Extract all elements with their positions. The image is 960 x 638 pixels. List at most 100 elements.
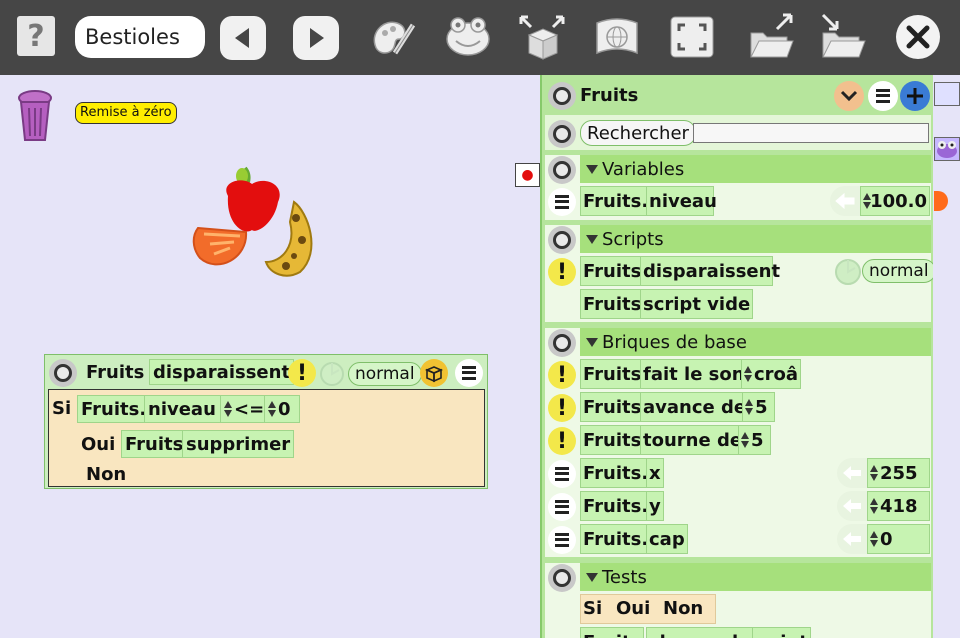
script-warning-button[interactable]: ! bbox=[548, 258, 576, 286]
fruits-sprite[interactable] bbox=[190, 162, 320, 282]
forward-button[interactable] bbox=[293, 16, 339, 60]
script-menu-button[interactable] bbox=[455, 359, 483, 387]
paint-icon bbox=[373, 21, 416, 55]
overlap-object[interactable]: Fruits bbox=[580, 627, 645, 638]
turn-action[interactable]: tourne de bbox=[640, 425, 746, 455]
y-menu-button[interactable] bbox=[548, 493, 576, 521]
turn-warning-button[interactable]: ! bbox=[548, 427, 576, 455]
script-drag-handle[interactable] bbox=[49, 359, 77, 387]
x-value[interactable]: 255 bbox=[867, 458, 930, 488]
project-name-field[interactable]: Bestioles bbox=[75, 16, 205, 58]
panel-menu-button[interactable] bbox=[868, 81, 898, 111]
condition-variable[interactable]: niveau bbox=[144, 395, 227, 423]
save-folder-button[interactable] bbox=[818, 12, 868, 62]
base-drag-handle[interactable] bbox=[548, 329, 576, 357]
cap-name[interactable]: cap bbox=[646, 524, 688, 554]
if-keyword: Si bbox=[583, 598, 603, 619]
side-thumbnail-1[interactable] bbox=[934, 82, 960, 106]
overlap-arg[interactable]: point bbox=[752, 627, 811, 638]
clock-icon[interactable] bbox=[319, 361, 345, 387]
condition-value[interactable]: 0 bbox=[264, 395, 300, 423]
script-disparaissent[interactable]: Fruits disparaissent ! normal Si Fruits.… bbox=[44, 354, 488, 489]
y-name[interactable]: y bbox=[646, 491, 664, 521]
y-assign-button[interactable] bbox=[837, 491, 867, 521]
x-name[interactable]: x bbox=[646, 458, 664, 488]
scripts-header[interactable]: Scripts bbox=[580, 225, 931, 253]
variables-header[interactable]: Variables bbox=[580, 155, 931, 183]
open-folder-button[interactable] bbox=[746, 12, 796, 62]
close-icon bbox=[906, 25, 930, 49]
cap-object[interactable]: Fruits. bbox=[580, 524, 652, 554]
if-block[interactable]: Si Oui Non bbox=[580, 594, 716, 624]
sound-object[interactable]: Fruits bbox=[580, 359, 645, 389]
overlap-action[interactable]: chevauche bbox=[646, 627, 761, 638]
condition-operator[interactable]: <= bbox=[220, 395, 269, 423]
updown-icon bbox=[863, 192, 872, 210]
variables-section: Variables Fruits. niveau 100.0 bbox=[545, 155, 931, 223]
cap-value[interactable]: 0 bbox=[867, 524, 930, 554]
search-input[interactable] bbox=[693, 123, 929, 143]
panel-drag-handle[interactable] bbox=[548, 82, 576, 110]
script-row-mode[interactable]: normal bbox=[862, 259, 933, 283]
trash-button[interactable] bbox=[13, 88, 57, 148]
move-object[interactable]: Fruits bbox=[580, 392, 645, 422]
search-drag-handle[interactable] bbox=[548, 120, 576, 148]
script-row2-object[interactable]: Fruits bbox=[580, 289, 645, 319]
yes-action[interactable]: supprimer bbox=[182, 430, 295, 458]
move-action[interactable]: avance de bbox=[640, 392, 750, 422]
add-button[interactable] bbox=[900, 81, 930, 111]
back-button[interactable] bbox=[220, 16, 266, 60]
sound-action[interactable]: fait le son bbox=[640, 359, 748, 389]
x-assign-button[interactable] bbox=[837, 458, 867, 488]
sound-arg[interactable]: croâ bbox=[741, 359, 802, 389]
cap-menu-button[interactable] bbox=[548, 526, 576, 554]
move-arg[interactable]: 5 bbox=[742, 392, 775, 422]
script-row-name[interactable]: disparaissent bbox=[640, 256, 780, 286]
fullscreen-button[interactable] bbox=[668, 14, 716, 60]
globe-button[interactable] bbox=[592, 14, 642, 60]
frog-button[interactable] bbox=[443, 12, 493, 60]
tests-drag-handle[interactable] bbox=[548, 564, 576, 592]
sound-warning-button[interactable]: ! bbox=[548, 361, 576, 389]
var-name[interactable]: niveau bbox=[646, 186, 717, 216]
close-button[interactable] bbox=[896, 15, 940, 59]
circle-icon bbox=[553, 161, 571, 179]
turn-object[interactable]: Fruits bbox=[580, 425, 645, 455]
script-warning-button[interactable]: ! bbox=[288, 359, 316, 387]
yes-object[interactable]: Fruits bbox=[121, 430, 188, 458]
side-thumbnail-2[interactable] bbox=[934, 137, 960, 161]
var-object[interactable]: Fruits. bbox=[580, 186, 652, 216]
updown-icon bbox=[741, 431, 749, 449]
base-bricks-header[interactable]: Briques de base bbox=[580, 328, 931, 356]
script-name-field[interactable]: disparaissent bbox=[149, 359, 295, 385]
reset-button[interactable]: Remise à zéro bbox=[75, 102, 177, 124]
search-button[interactable]: Rechercher bbox=[580, 120, 696, 146]
variables-drag-handle[interactable] bbox=[548, 156, 576, 184]
scripts-section: Scripts ! Fruits disparaissent normal Fr… bbox=[545, 225, 933, 325]
sprite-thumbnail[interactable]: ● bbox=[515, 163, 540, 187]
turn-arg[interactable]: 5 bbox=[738, 425, 771, 455]
var-menu-button[interactable] bbox=[548, 188, 576, 216]
x-menu-button[interactable] bbox=[548, 460, 576, 488]
cap-assign-button[interactable] bbox=[837, 524, 867, 554]
clock-icon[interactable] bbox=[834, 258, 862, 286]
paint-button[interactable] bbox=[368, 14, 418, 62]
search-row: Rechercher bbox=[545, 115, 931, 153]
assign-arrow-button[interactable] bbox=[830, 186, 860, 216]
box-expand-button[interactable] bbox=[516, 12, 568, 64]
scripts-drag-handle[interactable] bbox=[548, 226, 576, 254]
y-object[interactable]: Fruits. bbox=[580, 491, 652, 521]
script-row2-name[interactable]: script vide bbox=[640, 289, 754, 319]
script-mode-pill[interactable]: normal bbox=[348, 362, 422, 386]
tests-header[interactable]: Tests bbox=[580, 563, 931, 591]
condition-object[interactable]: Fruits. bbox=[77, 395, 151, 423]
scroll-indicator[interactable] bbox=[934, 191, 948, 211]
x-object[interactable]: Fruits. bbox=[580, 458, 652, 488]
help-button[interactable]: ? bbox=[17, 16, 55, 56]
script-block-button[interactable] bbox=[420, 359, 448, 387]
script-row-object[interactable]: Fruits bbox=[580, 256, 645, 286]
collapse-button[interactable] bbox=[834, 81, 864, 111]
y-value[interactable]: 418 bbox=[867, 491, 930, 521]
move-warning-button[interactable]: ! bbox=[548, 394, 576, 422]
var-value[interactable]: 100.0 bbox=[860, 186, 930, 216]
